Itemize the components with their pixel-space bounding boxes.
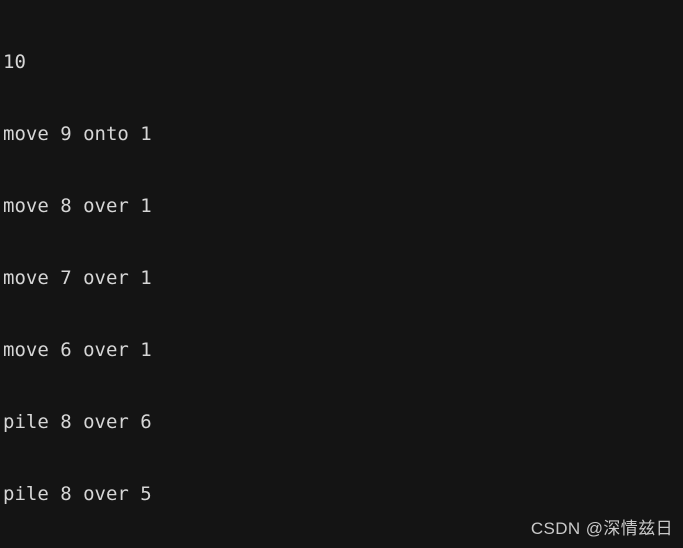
console-line: move 9 onto 1 bbox=[3, 123, 152, 145]
console-line: move 7 over 1 bbox=[3, 267, 152, 289]
console-line: pile 8 over 6 bbox=[3, 411, 152, 433]
csdn-watermark: CSDN @深情兹日 bbox=[530, 519, 673, 538]
console-line: pile 8 over 5 bbox=[3, 483, 152, 505]
console-output[interactable]: 10 move 9 onto 1 move 8 over 1 move 7 ov… bbox=[0, 0, 683, 548]
console-line: move 8 over 1 bbox=[3, 195, 152, 217]
console-line: 10 bbox=[3, 51, 26, 73]
terminal-window[interactable]: 10 move 9 onto 1 move 8 over 1 move 7 ov… bbox=[0, 0, 683, 548]
console-line: move 6 over 1 bbox=[3, 339, 152, 361]
